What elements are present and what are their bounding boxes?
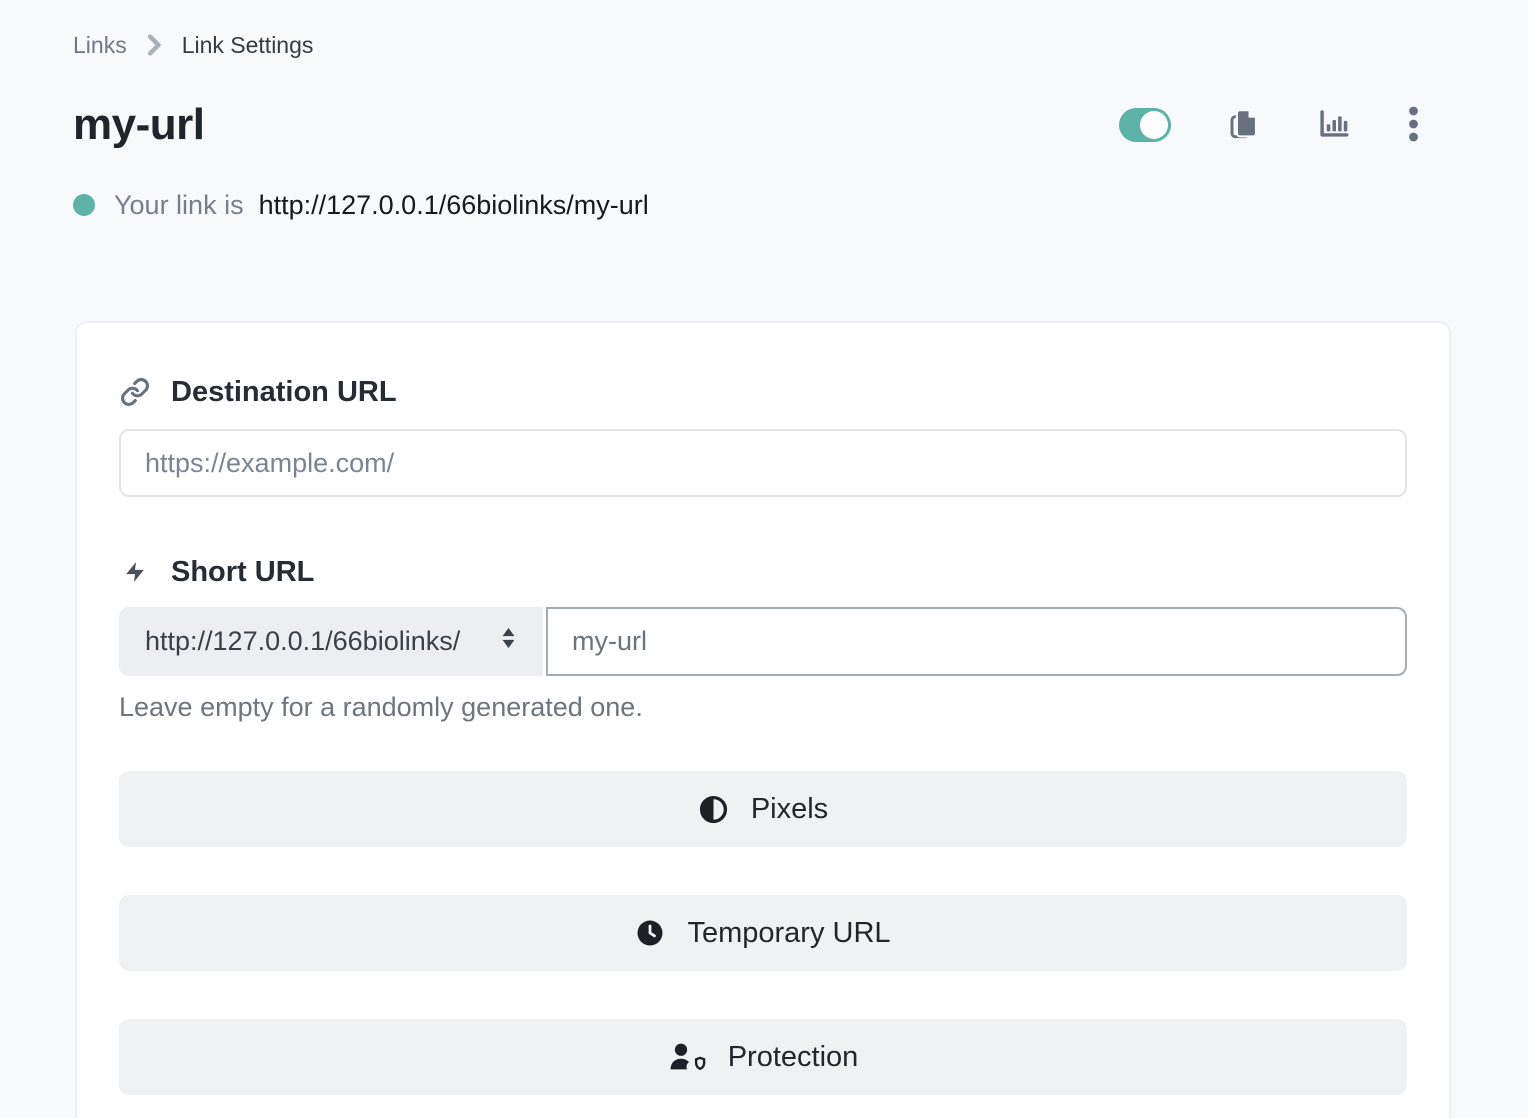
short-url-slug-input[interactable] [546,607,1407,676]
domain-select-value: http://127.0.0.1/66biolinks/ [145,626,460,657]
bar-chart-icon [1317,107,1351,144]
domain-select[interactable]: http://127.0.0.1/66biolinks/ [119,607,543,676]
page-title: my-url [73,101,204,149]
destination-url-label: Destination URL [171,375,397,409]
kebab-menu-icon [1408,106,1419,145]
up-down-arrows-icon [498,624,519,659]
toggle-knob [1140,111,1168,139]
user-shield-icon [668,1042,706,1072]
pixels-button-label: Pixels [751,793,828,826]
short-url-label: Short URL [171,555,314,589]
link-enabled-toggle[interactable] [1119,108,1171,142]
bolt-icon [119,557,151,587]
pixels-section-button[interactable]: Pixels [119,771,1407,847]
half-circle-icon [698,794,729,825]
link-settings-card: Destination URL Short URL http://127.0.0… [75,321,1451,1118]
link-settings-page: Links Link Settings my-url [0,0,1528,1118]
short-link-url[interactable]: http://127.0.0.1/66biolinks/my-url [259,189,649,221]
protection-section-button[interactable]: Protection [119,1019,1407,1095]
copy-icon [1228,105,1260,146]
header-actions [1119,105,1451,146]
breadcrumb: Links Link Settings [73,31,1451,59]
link-icon [119,377,151,407]
status-dot [73,194,95,216]
page-header: my-url [73,101,1451,149]
short-url-field: Short URL http://127.0.0.1/66biolinks/ L… [119,555,1407,723]
copy-link-button[interactable] [1228,105,1260,146]
destination-url-input[interactable] [119,429,1407,497]
status-prefix: Your link is [114,189,244,221]
clock-icon [635,918,665,948]
temporary-url-section-button[interactable]: Temporary URL [119,895,1407,971]
short-url-help-text: Leave empty for a randomly generated one… [119,692,1407,723]
protection-button-label: Protection [728,1041,859,1074]
destination-url-label-row: Destination URL [119,375,1407,409]
temporary-url-button-label: Temporary URL [687,917,890,950]
breadcrumb-current: Link Settings [182,31,314,59]
breadcrumb-links[interactable]: Links [73,31,127,59]
destination-url-field: Destination URL [119,375,1407,497]
more-options-button[interactable] [1408,106,1419,145]
statistics-button[interactable] [1317,107,1351,144]
short-url-label-row: Short URL [119,555,1407,589]
short-url-input-group: http://127.0.0.1/66biolinks/ [119,607,1407,676]
chevron-right-icon [147,34,162,56]
link-status-row: Your link is http://127.0.0.1/66biolinks… [73,189,1451,221]
